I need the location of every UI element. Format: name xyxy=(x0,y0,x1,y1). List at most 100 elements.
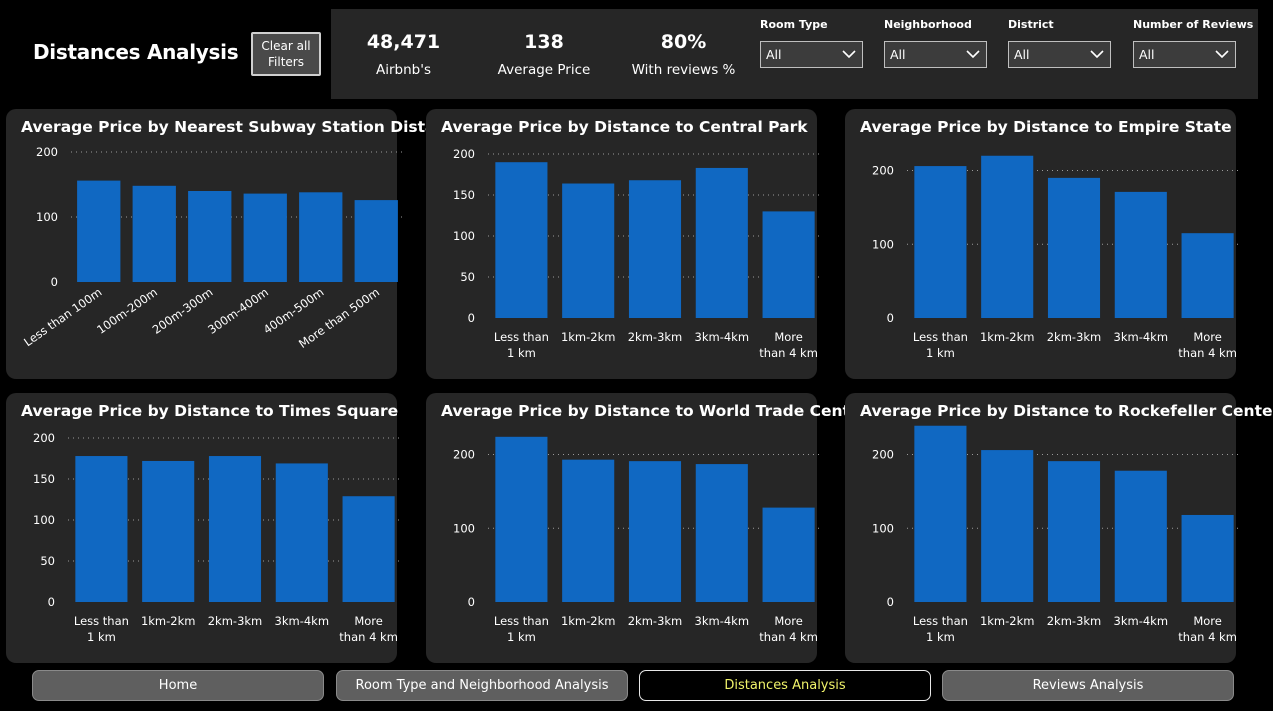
kpi-airbnbs: 48,471 Airbnb's xyxy=(346,31,461,78)
filter-number-of-reviews: Number of Reviews All xyxy=(1133,18,1253,68)
neighborhood-dropdown[interactable]: All xyxy=(884,41,987,68)
bar xyxy=(243,193,287,282)
y-tick-label: 50 xyxy=(460,270,475,284)
x-tick-label: than 4 km xyxy=(1178,346,1237,360)
bar-chart-empire-state: 0 100 200 Less than 1 km 1km-2km 2km-3km 3km-4k… xyxy=(872,155,1241,360)
y-tick-label: 100 xyxy=(872,521,894,535)
kpi-average-price: 138 Average Price xyxy=(489,31,599,78)
kpi-with-reviews: 80% With reviews % xyxy=(626,31,741,78)
y-tick-label: 50 xyxy=(40,554,55,568)
filter-label: Neighborhood xyxy=(884,18,972,31)
y-tick-label: 200 xyxy=(453,147,475,161)
kpi-value: 138 xyxy=(524,31,564,53)
chart-card-empire-state: Average Price by Distance to Empire Stat… xyxy=(845,109,1241,379)
x-tick-label: 1 km xyxy=(926,630,955,644)
kpi-value: 48,471 xyxy=(366,31,441,53)
bar-chart-rockefeller-center: 0 100 200 Less than 1 km 1km-2km 2km-3km 3km-4k… xyxy=(872,425,1241,644)
x-tick-label: More xyxy=(774,330,803,344)
bar xyxy=(1181,233,1234,318)
bar-chart-central-park: 0 50 100 150 200 Less than 1 km 1km-2km 2km-3km 3… xyxy=(453,147,822,360)
x-tick-label: Less than xyxy=(913,330,968,344)
y-tick-label: 0 xyxy=(51,275,58,289)
bar xyxy=(628,180,682,318)
x-tick-label: More xyxy=(774,614,803,628)
bar xyxy=(762,211,815,318)
page-title: Distances Analysis xyxy=(33,40,239,64)
x-tick-label: Less than xyxy=(74,614,129,628)
chart-card-rockefeller-center: Average Price by Distance to Rockefeller… xyxy=(845,393,1273,663)
chart-card-central-park: Average Price by Distance to Central Par… xyxy=(426,109,822,379)
bar xyxy=(1181,514,1234,602)
filter-room-type: Room Type All xyxy=(760,18,863,68)
bar xyxy=(275,463,328,602)
bar xyxy=(354,200,398,282)
x-tick-label: 1km-2km xyxy=(561,330,616,344)
y-tick-label: 100 xyxy=(33,513,55,527)
x-tick-label: Less than xyxy=(494,330,549,344)
bar-chart-subway: 0 100 200 Less than 100m100m-200m200m-300m3… xyxy=(21,145,404,351)
y-tick-label: 200 xyxy=(872,448,894,462)
room-type-dropdown[interactable]: All xyxy=(760,41,863,68)
filter-label: District xyxy=(1008,18,1054,31)
filter-neighborhood: Neighborhood All xyxy=(884,18,987,68)
clear-all-filters-button[interactable]: Clear all Filters xyxy=(251,32,321,76)
x-tick-label: 2km-3km xyxy=(628,330,683,344)
chart-card-times-square: Average Price by Distance to Times Squar… xyxy=(6,393,402,663)
nav-room-type-neighborhood-button[interactable]: Room Type and Neighborhood Analysis xyxy=(336,670,628,701)
bar xyxy=(495,162,548,318)
number-of-reviews-dropdown[interactable]: All xyxy=(1133,41,1236,68)
dropdown-value: All xyxy=(766,47,782,62)
kpi-label: Average Price xyxy=(497,62,591,78)
y-tick-label: 200 xyxy=(872,164,894,178)
y-tick-label: 0 xyxy=(887,595,894,609)
x-tick-label: 1 km xyxy=(507,630,536,644)
x-tick-label: 2km-3km xyxy=(628,614,683,628)
y-tick-label: 100 xyxy=(872,237,894,251)
bar xyxy=(75,456,128,602)
chevron-down-icon xyxy=(1090,50,1104,59)
y-tick-label: 100 xyxy=(36,210,58,224)
bar xyxy=(981,450,1034,602)
nav-home-button[interactable]: Home xyxy=(32,670,324,701)
bar xyxy=(1047,177,1101,318)
x-tick-label: Less than xyxy=(913,614,968,628)
dropdown-value: All xyxy=(1139,47,1155,62)
x-tick-label: 1 km xyxy=(87,630,116,644)
nav-distances-analysis-button[interactable]: Distances Analysis xyxy=(639,670,931,701)
kpi-value: 80% xyxy=(660,31,707,53)
x-tick-label: 2km-3km xyxy=(1047,614,1102,628)
bar xyxy=(299,192,343,282)
bar xyxy=(695,464,748,602)
x-tick-label: than 4 km xyxy=(1178,630,1237,644)
district-dropdown[interactable]: All xyxy=(1008,41,1111,68)
y-tick-label: 0 xyxy=(887,311,894,325)
bar xyxy=(1114,470,1167,602)
bar xyxy=(914,166,967,318)
header-panel: 48,471 Airbnb's 138 Average Price 80% Wi… xyxy=(331,9,1258,99)
x-tick-label: than 4 km xyxy=(759,630,818,644)
y-tick-label: 200 xyxy=(33,431,55,445)
bar xyxy=(562,459,615,602)
dropdown-value: All xyxy=(1014,47,1030,62)
x-tick-label: Less than 100m xyxy=(21,285,104,349)
y-tick-label: 200 xyxy=(36,145,58,159)
x-tick-label: 1km-2km xyxy=(980,614,1035,628)
nav-reviews-analysis-button[interactable]: Reviews Analysis xyxy=(942,670,1234,701)
x-tick-label: 3km-4km xyxy=(695,330,750,344)
x-tick-label: 1km-2km xyxy=(561,614,616,628)
chart-card-subway: Average Price by Nearest Subway Station … xyxy=(6,109,466,379)
bar xyxy=(562,183,615,318)
y-tick-label: 100 xyxy=(453,229,475,243)
x-tick-label: More xyxy=(1193,614,1222,628)
chart-card-world-trade-center: Average Price by Distance to World Trade… xyxy=(426,393,868,663)
bar xyxy=(208,456,262,602)
x-tick-label: 1km-2km xyxy=(141,614,196,628)
x-tick-label: than 4 km xyxy=(339,630,398,644)
x-tick-label: Less than xyxy=(494,614,549,628)
bar xyxy=(342,496,395,602)
chevron-down-icon xyxy=(966,50,980,59)
x-tick-label: than 4 km xyxy=(759,346,818,360)
y-tick-label: 100 xyxy=(453,521,475,535)
kpi-label: Airbnb's xyxy=(376,62,431,78)
filter-label: Room Type xyxy=(760,18,828,31)
